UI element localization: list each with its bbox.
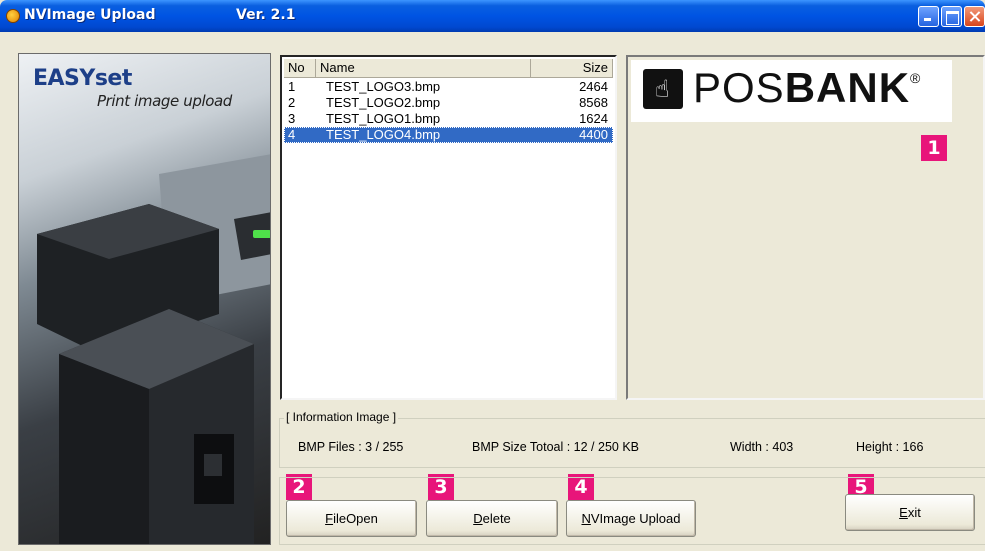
image-preview: ☝ POSBANK® <box>626 55 985 400</box>
row-name: TEST_LOGO4.bmp <box>326 127 441 142</box>
file-open-button[interactable]: FileOpen <box>286 500 417 537</box>
delete-label: elete <box>482 511 511 526</box>
maximize-button[interactable] <box>941 6 962 27</box>
preview-logo-text: POSBANK® <box>693 64 921 112</box>
pointing-hand-icon: ☝ <box>643 69 683 109</box>
app-icon <box>6 9 20 23</box>
printer-illustration <box>37 154 270 544</box>
list-rows: 1 TEST_LOGO3.bmp 2464 2 TEST_LOGO2.bmp 8… <box>284 79 613 143</box>
row-size: 4400 <box>579 127 608 142</box>
list-item-selected[interactable]: 4 TEST_LOGO4.bmp 4400 <box>284 127 613 143</box>
file-list[interactable]: No Name Size 1 TEST_LOGO3.bmp 2464 2 TES… <box>280 55 617 400</box>
row-name: TEST_LOGO2.bmp <box>326 95 441 110</box>
row-size: 1624 <box>579 111 608 126</box>
delete-button[interactable]: Delete <box>426 500 558 537</box>
row-size: 8568 <box>579 95 608 110</box>
bmp-size-total: BMP Size Totoal : 12 / 250 KB <box>472 440 639 454</box>
upload-label: VImage Upload <box>590 511 681 526</box>
nvimage-upload-button[interactable]: NVImage Upload <box>566 500 696 537</box>
column-header-name[interactable]: Name <box>316 59 531 78</box>
callout-badge-1: 1 <box>921 135 947 161</box>
row-no: 1 <box>288 79 296 94</box>
file-open-mnemonic: F <box>325 511 334 526</box>
list-item[interactable]: 3 TEST_LOGO1.bmp 1624 <box>284 111 613 127</box>
row-no: 4 <box>288 127 296 142</box>
promo-image: EASYset Print image upload <box>18 53 271 545</box>
list-item[interactable]: 1 TEST_LOGO3.bmp 2464 <box>284 79 613 95</box>
exit-mnemonic: E <box>899 505 908 520</box>
window-title: NVImage Upload <box>24 7 156 23</box>
row-no: 2 <box>288 95 296 110</box>
minimize-button[interactable] <box>918 6 939 27</box>
preview-logo-light: POS <box>693 64 785 111</box>
preview-logo-image: ☝ POSBANK® <box>631 60 952 122</box>
image-height: Height : 166 <box>856 440 924 454</box>
upload-mnemonic: N <box>581 511 591 526</box>
list-header: No Name Size <box>284 59 613 78</box>
exit-button[interactable]: Exit <box>845 494 975 531</box>
information-legend: [ Information Image ] <box>284 410 399 424</box>
row-no: 3 <box>288 111 296 126</box>
window-version: Ver. 2.1 <box>236 7 296 23</box>
exit-label: xit <box>907 505 921 520</box>
file-open-label: ileOpen <box>333 511 378 526</box>
information-group: [ Information Image ] BMP Files : 3 / 25… <box>279 410 985 468</box>
column-header-no[interactable]: No <box>284 59 316 78</box>
row-size: 2464 <box>579 79 608 94</box>
row-name: TEST_LOGO3.bmp <box>326 79 441 94</box>
delete-mnemonic: D <box>473 511 483 526</box>
column-header-size[interactable]: Size <box>531 59 613 78</box>
close-button[interactable] <box>964 6 985 27</box>
title-bar[interactable]: NVImage Upload Ver. 2.1 <box>0 0 985 32</box>
list-item[interactable]: 2 TEST_LOGO2.bmp 8568 <box>284 95 613 111</box>
preview-logo-bold: BANK <box>784 64 911 111</box>
row-name: TEST_LOGO1.bmp <box>326 111 441 126</box>
bmp-files-count: BMP Files : 3 / 255 <box>298 440 404 454</box>
image-width: Width : 403 <box>730 440 794 454</box>
registered-mark: ® <box>910 70 922 86</box>
